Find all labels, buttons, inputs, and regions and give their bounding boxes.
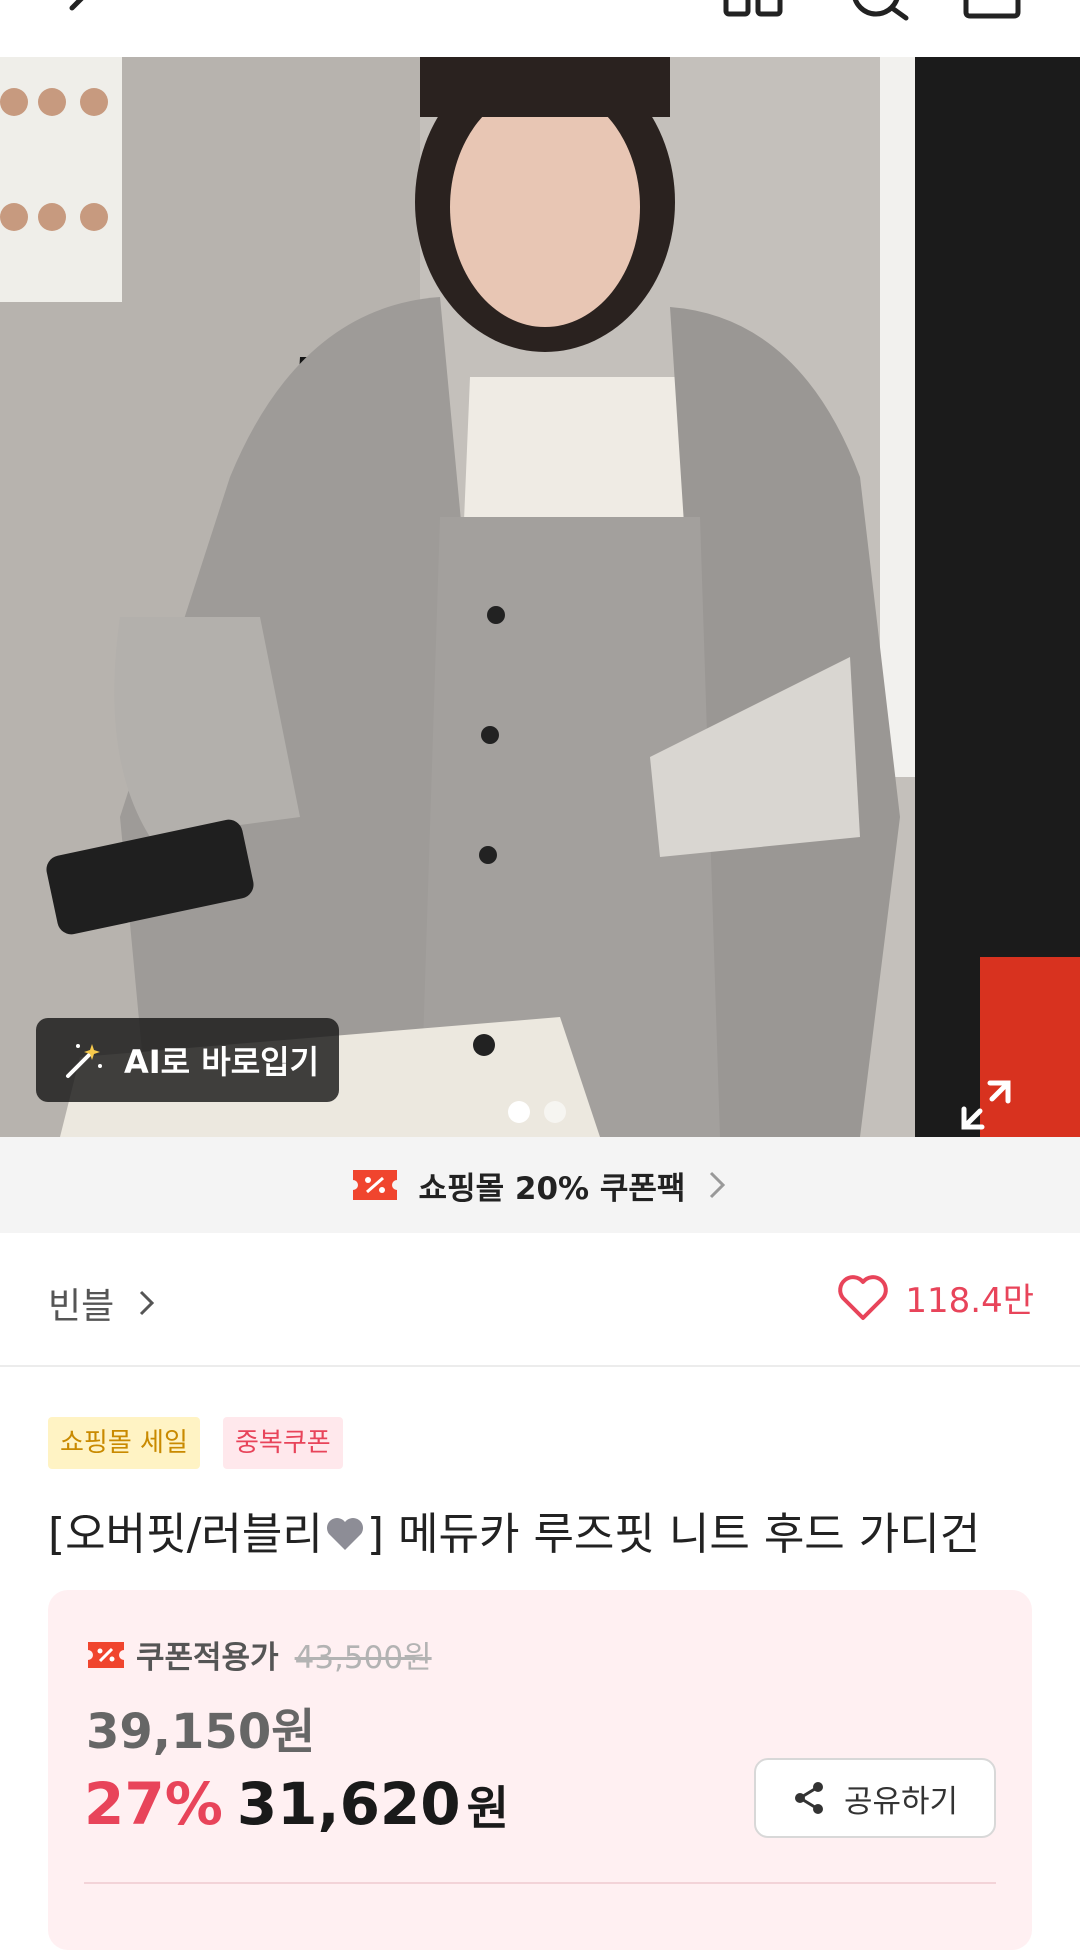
shop-name: 빈블 bbox=[48, 1286, 115, 1327]
sale-badge: 쇼핑몰 세일 bbox=[48, 1417, 200, 1469]
like-count: 118.4만 bbox=[905, 1281, 1034, 1321]
product-title-suffix: ] 메듀카 루즈핏 니트 후드 가디건 bbox=[366, 1509, 981, 1560]
chevron-right-icon bbox=[140, 1290, 155, 1316]
share-icon bbox=[794, 1782, 823, 1814]
coupon-pack-label: 쇼핑몰 20% 쿠폰팩 bbox=[418, 1170, 686, 1207]
category-icon[interactable] bbox=[722, 0, 786, 57]
heart-icon bbox=[838, 1274, 889, 1320]
sale-price: 39,150원 bbox=[86, 1704, 316, 1760]
discount-percent: 27% bbox=[84, 1770, 223, 1838]
share-button[interactable]: 공유하기 bbox=[754, 1758, 996, 1838]
divider bbox=[84, 1882, 996, 1884]
pagination-dot-active[interactable] bbox=[508, 1101, 530, 1123]
product-title: [오버핏/러블리 ] 메듀카 루즈핏 니트 후드 가디건 bbox=[48, 1498, 980, 1562]
magic-wand-icon bbox=[66, 1044, 102, 1078]
shop-link[interactable]: 빈블 bbox=[48, 1277, 156, 1329]
product-photo bbox=[0, 57, 1080, 1137]
product-image[interactable]: AI로 바로입기 bbox=[0, 57, 1080, 1137]
like-button[interactable]: 118.4만 bbox=[837, 1273, 1034, 1322]
coupon-price-label: 쿠폰적용가 43,500원 bbox=[88, 1632, 432, 1677]
coupon-icon bbox=[352, 1170, 397, 1200]
original-price: 43,500원 bbox=[294, 1640, 432, 1676]
back-icon[interactable] bbox=[50, 0, 100, 57]
final-amount: 31,620 bbox=[236, 1770, 461, 1838]
top-bar bbox=[0, 0, 1080, 57]
shop-row: 빈블 118.4만 bbox=[0, 1233, 1080, 1367]
expand-icon[interactable] bbox=[960, 1079, 1012, 1131]
image-pagination bbox=[508, 1101, 566, 1123]
coupon-price-text: 쿠폰적용가 bbox=[136, 1640, 279, 1676]
ai-try-on-label: AI로 바로입기 bbox=[124, 1043, 320, 1081]
duplicate-coupon-badge: 중복쿠폰 bbox=[223, 1417, 343, 1469]
share-label: 공유하기 bbox=[843, 1783, 959, 1820]
final-price: 27% 31,620 원 bbox=[84, 1770, 509, 1838]
product-title-prefix: [오버핏/러블리 bbox=[48, 1509, 323, 1560]
currency: 원 bbox=[466, 1781, 509, 1835]
cart-icon[interactable] bbox=[960, 0, 1024, 57]
coupon-icon bbox=[88, 1641, 124, 1668]
chevron-right-icon bbox=[710, 1171, 726, 1199]
coupon-pack-banner[interactable]: 쇼핑몰 20% 쿠폰팩 bbox=[0, 1137, 1080, 1233]
grey-heart-icon bbox=[326, 1518, 363, 1550]
ai-try-on-button[interactable]: AI로 바로입기 bbox=[36, 1018, 339, 1102]
pagination-dot[interactable] bbox=[544, 1101, 566, 1123]
price-box: 쿠폰적용가 43,500원 39,150원 27% 31,620 원 공유하기 bbox=[48, 1590, 1032, 1950]
search-icon[interactable] bbox=[848, 0, 912, 57]
